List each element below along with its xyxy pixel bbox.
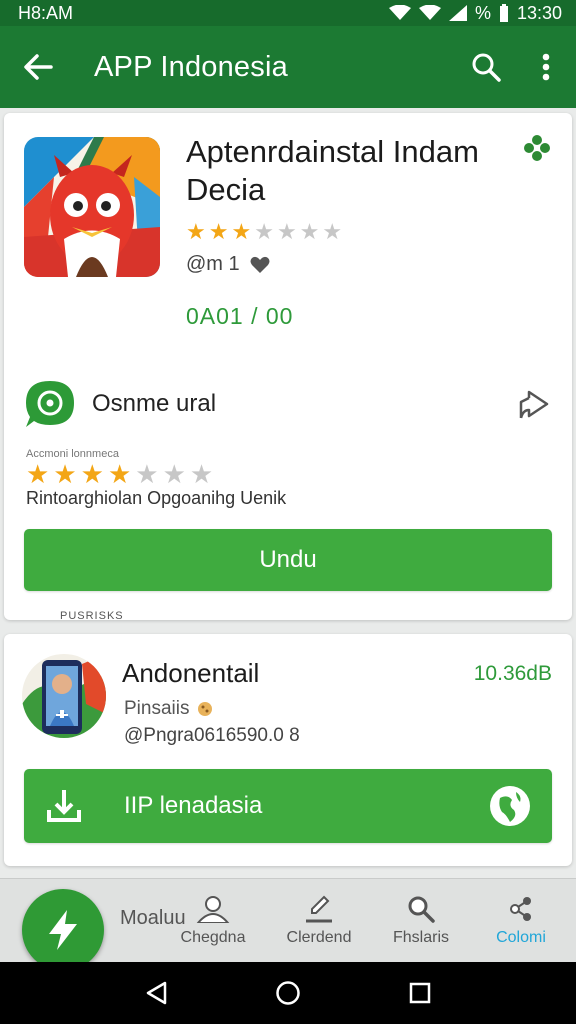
app-size: 10.36dB xyxy=(473,662,552,685)
section-label: PUSRISKS xyxy=(60,610,124,622)
status-time-left: H8:AM xyxy=(18,2,74,23)
battery-icon xyxy=(499,4,509,22)
triangle-back-icon xyxy=(146,981,167,1005)
pen-icon xyxy=(304,893,334,923)
star-icon: ★ xyxy=(231,219,252,244)
rating-stars: ★ ★ ★ ★ ★ ★ ★ xyxy=(186,221,342,243)
circle-home-icon xyxy=(276,981,300,1005)
price-label: 0A01 / 00 xyxy=(186,303,294,329)
developer-row[interactable]: Osnme ural xyxy=(24,378,554,430)
app-subtitle-text: Pinsaiis xyxy=(124,698,190,719)
nav-item-0[interactable]: Chegdna xyxy=(168,893,258,947)
globe-icon[interactable] xyxy=(488,784,532,828)
battery-percent: % xyxy=(474,2,491,23)
signal-icon xyxy=(448,5,467,21)
install-count: @m 1 xyxy=(186,253,240,275)
settings-button[interactable] xyxy=(524,135,554,165)
home-nav-button[interactable] xyxy=(268,973,308,1013)
download-icon xyxy=(44,786,84,826)
featured-app-card: Aptenrdainstal Indam Decia ★ ★ ★ ★ ★ ★ ★ @m 1 … xyxy=(4,113,572,620)
download-button[interactable]: Undu xyxy=(24,529,552,591)
star-icon: ★ xyxy=(107,459,132,489)
back-button[interactable] xyxy=(0,26,76,108)
page-title: APP Indonesia xyxy=(94,50,288,83)
lightning-icon xyxy=(49,910,77,950)
star-icon: ★ xyxy=(26,459,50,489)
star-icon: ★ xyxy=(80,459,104,489)
star-icon: ★ xyxy=(322,219,343,244)
app-list-card[interactable]: Andonentail 10.36dB Pinsaiis @Pngra06165… xyxy=(4,634,572,866)
gear-icon xyxy=(524,135,550,161)
download-button-label: Undu xyxy=(259,546,317,573)
review-stars: ★ ★ ★ ★ ★ ★ ★ xyxy=(26,461,213,487)
search-button[interactable] xyxy=(456,26,516,108)
arrow-left-icon xyxy=(24,54,53,80)
cookie-icon xyxy=(198,702,213,716)
app-icon[interactable] xyxy=(24,137,160,277)
status-time-right: 13:30 xyxy=(516,2,562,23)
developer-name: Osnme ural xyxy=(92,390,217,417)
wifi-icon-2 xyxy=(418,5,441,21)
status-bar: H8:AM % 13:30 xyxy=(0,0,576,26)
phone-person-icon xyxy=(22,654,106,738)
system-navigation-bar xyxy=(0,962,576,1024)
nav-item-2[interactable]: Fhslaris xyxy=(376,893,466,947)
chat-bubble-icon xyxy=(26,381,74,427)
bottom-navigation: Moaluu Chegdna Clerdend Fhslaris Colomi xyxy=(0,878,576,971)
app-title: Andonentail xyxy=(122,658,260,688)
share-arrow-icon xyxy=(519,390,549,419)
star-icon: ★ xyxy=(276,219,297,244)
more-vertical-icon xyxy=(542,53,550,81)
star-icon: ★ xyxy=(162,459,186,489)
app-title: Aptenrdainstal Indam Decia xyxy=(186,134,479,207)
square-recents-icon xyxy=(409,982,431,1004)
nav-label: Colomi xyxy=(496,929,546,946)
star-icon: ★ xyxy=(299,219,320,244)
install-button[interactable]: IIP lenadasia xyxy=(24,769,552,843)
star-icon: ★ xyxy=(135,459,159,489)
app-meta: @Pngra0616590.0 8 xyxy=(124,725,300,746)
quick-action-fab[interactable] xyxy=(22,889,104,971)
star-icon: ★ xyxy=(53,459,77,489)
status-icons: % 13:30 xyxy=(388,2,562,24)
heart-icon[interactable] xyxy=(250,256,270,274)
nav-label: Clerdend xyxy=(286,929,352,946)
nav-label: Chegdna xyxy=(180,929,246,946)
star-icon: ★ xyxy=(254,219,274,244)
wifi-icon xyxy=(388,5,411,21)
star-icon: ★ xyxy=(208,219,229,244)
nav-item-1[interactable]: Clerdend xyxy=(274,893,364,947)
app-avatar[interactable] xyxy=(22,654,106,738)
install-button-label: IIP lenadasia xyxy=(124,792,263,819)
app-bar: APP Indonesia xyxy=(0,26,576,108)
star-icon: ★ xyxy=(189,459,214,489)
recents-nav-button[interactable] xyxy=(400,973,440,1013)
share-button[interactable] xyxy=(514,384,554,424)
app-subtitle: Pinsaiis xyxy=(124,698,213,720)
more-options-button[interactable] xyxy=(516,26,576,108)
nav-label: Fhslaris xyxy=(392,929,449,946)
share-nodes-icon xyxy=(507,893,535,923)
monster-mascot-icon xyxy=(24,137,160,277)
star-icon: ★ xyxy=(186,219,206,244)
review-text: Rintoarghiolan Opgoanihg Uenik xyxy=(26,488,287,508)
app-meta: @m 1 xyxy=(186,253,270,276)
nav-item-3[interactable]: Colomi xyxy=(476,893,566,947)
search-icon xyxy=(407,893,435,923)
back-nav-button[interactable] xyxy=(136,973,176,1013)
search-icon xyxy=(472,53,501,82)
person-icon xyxy=(196,893,230,923)
